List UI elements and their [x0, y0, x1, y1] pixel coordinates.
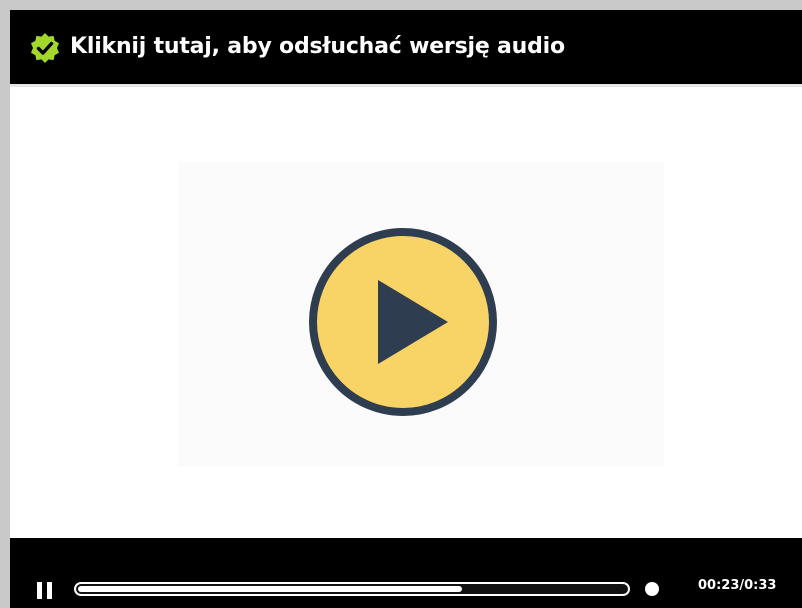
audio-player-frame: Kliknij tutaj, aby odsłuchać wersję audi… — [10, 10, 802, 608]
pause-icon-bar — [47, 582, 52, 599]
play-button[interactable] — [308, 227, 498, 417]
pause-icon — [37, 582, 42, 599]
player-content-area — [10, 87, 802, 538]
volume-knob-icon[interactable] — [645, 582, 659, 596]
header-bar[interactable]: Kliknij tutaj, aby odsłuchać wersję audi… — [10, 10, 802, 84]
seek-progress — [78, 586, 462, 592]
listen-audio-title[interactable]: Kliknij tutaj, aby odsłuchać wersję audi… — [70, 30, 565, 64]
verified-check-icon — [31, 33, 59, 63]
pause-button[interactable] — [37, 582, 53, 600]
time-display: 00:23/0:33 — [698, 578, 777, 593]
seek-bar[interactable] — [74, 582, 630, 596]
controls-bar: 00:23/0:33 — [10, 538, 802, 608]
